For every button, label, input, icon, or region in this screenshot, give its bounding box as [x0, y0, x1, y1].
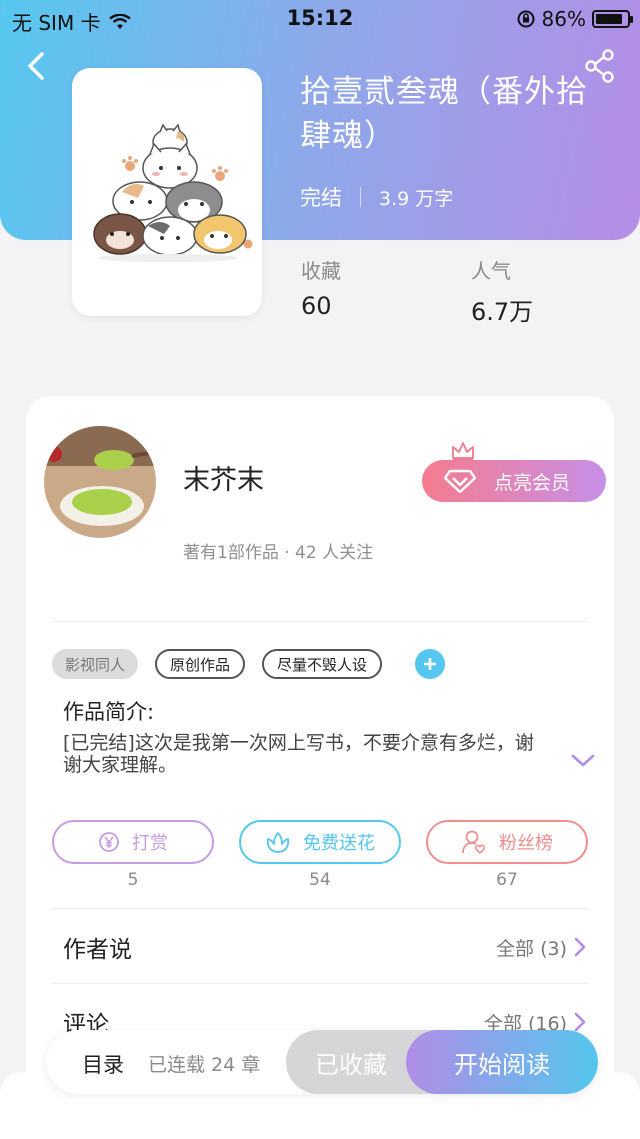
add-tag-button[interactable] [415, 649, 446, 679]
fan-ranking-label: 粉丝榜 [499, 833, 553, 854]
intro-text: [已完结]这次是我第一次网上写书，不要介意有多烂，谢谢大家理解。 [63, 732, 534, 776]
fan-ranking-button[interactable]: 粉丝榜 [426, 820, 588, 864]
status-right: 86% [516, 7, 633, 31]
stat-favorites: 收藏 60 [301, 255, 341, 320]
word-count: 3.9 万字 [379, 187, 454, 210]
book-title: 拾壹贰叁魂（番外拾肆魂） [300, 74, 588, 154]
intro-title: 作品简介: [63, 700, 155, 724]
book-meta: 完结 3.9 万字 [300, 182, 453, 212]
book-status: 完结 [300, 186, 342, 210]
flower-icon [266, 832, 290, 853]
status-bar: 无 SIM 卡 15:12 86% [0, 0, 640, 36]
stat-label: 人气 [471, 259, 511, 283]
plus-icon [424, 658, 437, 670]
tip-button[interactable]: 打赏 [52, 820, 214, 864]
stat-label: 收藏 [301, 259, 341, 283]
divider [52, 621, 588, 622]
avatar-image [44, 426, 156, 538]
row-count: 全部 (3) [496, 938, 567, 960]
table-of-contents-button[interactable]: 目录 [82, 1049, 124, 1079]
chapter-count: 已连载 24 章 [148, 1054, 261, 1076]
chevron-left-icon [28, 52, 44, 80]
stat-value: 6.7万 [471, 298, 534, 326]
author-info: 著有1部作品 · 42 人关注 [183, 543, 374, 563]
orientation-lock-icon [517, 10, 535, 28]
expand-intro-button[interactable] [570, 750, 596, 770]
send-flower-button[interactable]: 免费送花 [239, 820, 401, 864]
battery-fill [596, 14, 622, 24]
diamond-icon [444, 469, 476, 493]
start-reading-button[interactable]: 开始阅读 [406, 1030, 598, 1094]
tip-count: 5 [127, 870, 139, 890]
chevron-down-icon [571, 754, 595, 767]
author-name[interactable]: 末芥末 [183, 458, 264, 497]
meta-separator [360, 187, 361, 207]
bottom-action-bar: 目录 已连载 24 章 已收藏 开始阅读 [46, 1030, 598, 1094]
book-cover[interactable] [72, 68, 262, 316]
vip-label: 点亮会员 [494, 471, 571, 494]
vip-button[interactable]: 点亮会员 [422, 460, 606, 502]
battery-percent: 86% [541, 7, 586, 31]
cat-pile-illustration [93, 123, 253, 262]
tag-list: 影视同人 原创作品 尽量不毁人设 [52, 649, 446, 679]
chevron-right-icon [574, 937, 586, 957]
chevron-right-icon [574, 1012, 586, 1032]
flower-count: 54 [309, 870, 331, 890]
author-avatar[interactable] [44, 426, 156, 538]
fan-count: 67 [496, 870, 518, 890]
flower-label: 免费送花 [303, 833, 375, 854]
back-button[interactable] [22, 48, 52, 84]
collected-label: 已收藏 [315, 1050, 387, 1079]
start-reading-label: 开始阅读 [454, 1050, 550, 1079]
tip-label: 打赏 [132, 833, 168, 854]
battery-icon [592, 10, 633, 28]
tag-chip[interactable]: 影视同人 [52, 649, 139, 679]
stat-popularity: 人气 6.7万 [471, 255, 533, 327]
divider [52, 983, 588, 984]
tag-chip[interactable]: 尽量不毁人设 [262, 649, 383, 679]
yuan-coin-icon [99, 832, 119, 852]
stat-value: 60 [301, 292, 332, 320]
user-heart-icon [462, 830, 486, 855]
crown-icon [452, 442, 474, 461]
divider [52, 908, 588, 909]
tag-chip[interactable]: 原创作品 [155, 649, 246, 679]
author-says-row[interactable]: 作者说 全部 (3) [63, 930, 593, 970]
row-label: 作者说 [63, 937, 132, 963]
